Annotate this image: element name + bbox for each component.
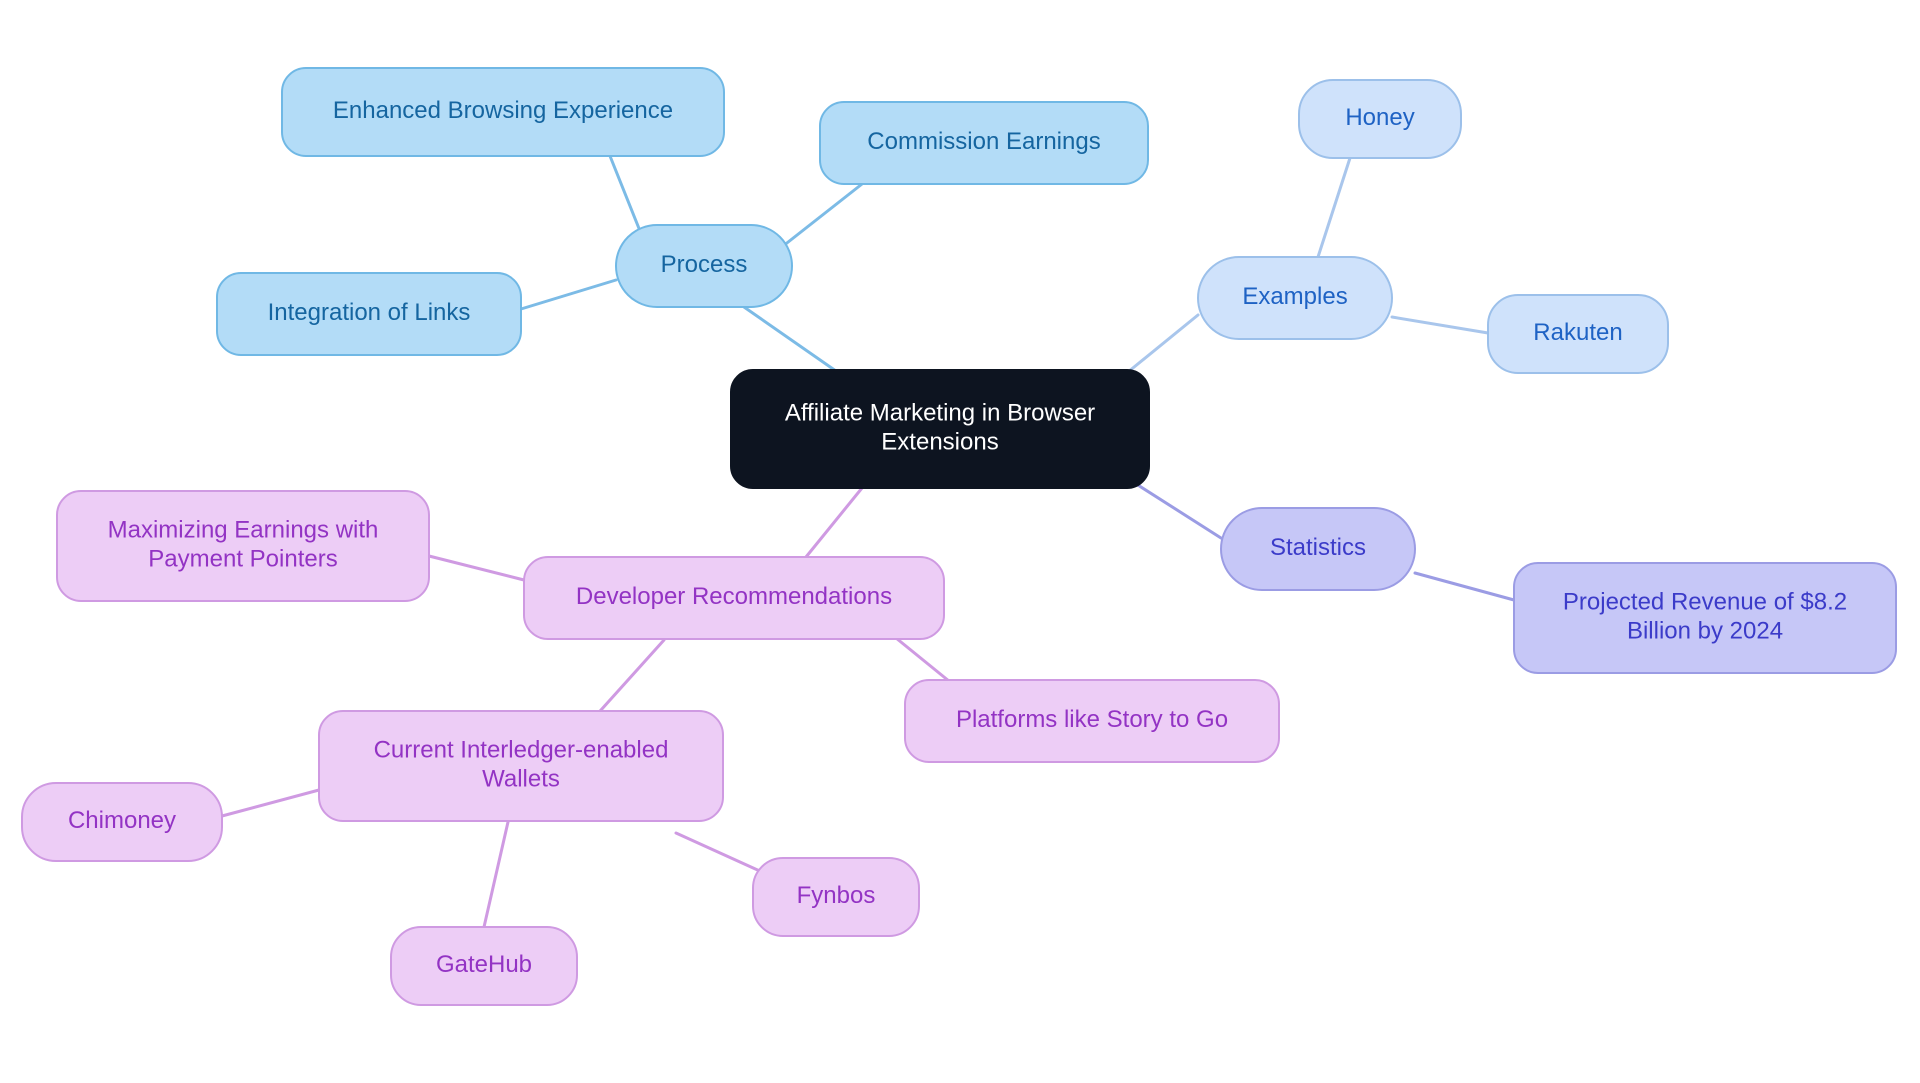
- node-label: Integration of Links: [268, 299, 471, 326]
- mindmap-node-gatehub[interactable]: GateHub: [390, 926, 578, 1006]
- mindmap-node-chimoney[interactable]: Chimoney: [21, 782, 223, 862]
- nodes-layer: Affiliate Marketing in Browser Extensions…: [21, 67, 1897, 1006]
- node-label: Commission Earnings: [867, 128, 1100, 155]
- mindmap-edge: [1413, 571, 1516, 602]
- mindmap-node-projected-revenue[interactable]: Projected Revenue of $8.2 Billion by 2024: [1513, 562, 1897, 674]
- mindmap-edge: [1316, 156, 1352, 259]
- mindmap-edge: [482, 820, 510, 929]
- mindmap-edge: [1390, 315, 1490, 335]
- mindmap-edge: [742, 305, 848, 380]
- mindmap-node-enhanced-browsing-experience[interactable]: Enhanced Browsing Experience: [281, 67, 725, 157]
- mindmap-edge: [1128, 478, 1223, 540]
- mindmap-node-integration-of-links[interactable]: Integration of Links: [216, 272, 522, 356]
- mindmap-edge: [519, 278, 618, 311]
- mindmap-node-commission-earnings[interactable]: Commission Earnings: [819, 101, 1149, 185]
- mindmap-node-developer-recommendations[interactable]: Developer Recommendations: [523, 556, 945, 640]
- node-label: Fynbos: [797, 882, 876, 909]
- mindmap-node-statistics[interactable]: Statistics: [1220, 507, 1416, 591]
- mindmap-node-examples[interactable]: Examples: [1197, 256, 1393, 340]
- node-label: Statistics: [1270, 534, 1366, 561]
- node-label: Process: [661, 251, 748, 278]
- mindmap-node-platforms-story-to-go[interactable]: Platforms like Story to Go: [904, 679, 1280, 763]
- node-label: Chimoney: [68, 807, 176, 834]
- node-label: Honey: [1345, 104, 1414, 131]
- mindmap-edge: [674, 831, 764, 874]
- mindmap-node-interledger-wallets[interactable]: Current Interledger-enabled Wallets: [318, 710, 724, 822]
- mindmap-node-root[interactable]: Affiliate Marketing in Browser Extensions: [730, 369, 1150, 489]
- node-label: Rakuten: [1533, 319, 1622, 346]
- mindmap-edge: [590, 638, 666, 722]
- node-label: GateHub: [436, 951, 532, 978]
- node-label: Platforms like Story to Go: [956, 706, 1228, 733]
- node-label: Enhanced Browsing Experience: [333, 97, 673, 124]
- mindmap-canvas: Affiliate Marketing in Browser Extensions…: [0, 0, 1920, 1083]
- mindmap-node-maximizing-earnings[interactable]: Maximizing Earnings with Payment Pointers: [56, 490, 430, 602]
- mindmap-node-rakuten[interactable]: Rakuten: [1487, 294, 1669, 374]
- mindmap-node-process[interactable]: Process: [615, 224, 793, 308]
- mindmap-edge: [776, 182, 864, 252]
- node-label: Developer Recommendations: [576, 583, 892, 610]
- mindmap-node-honey[interactable]: Honey: [1298, 79, 1462, 159]
- mindmap-edge: [1126, 313, 1200, 374]
- mindmap-edge: [804, 486, 864, 559]
- mindmap-diagram: Affiliate Marketing in Browser Extensions…: [21, 67, 1897, 1006]
- mindmap-edge: [220, 788, 321, 818]
- node-label: Examples: [1242, 283, 1347, 310]
- mindmap-node-fynbos[interactable]: Fynbos: [752, 857, 920, 937]
- mindmap-edge: [427, 554, 526, 582]
